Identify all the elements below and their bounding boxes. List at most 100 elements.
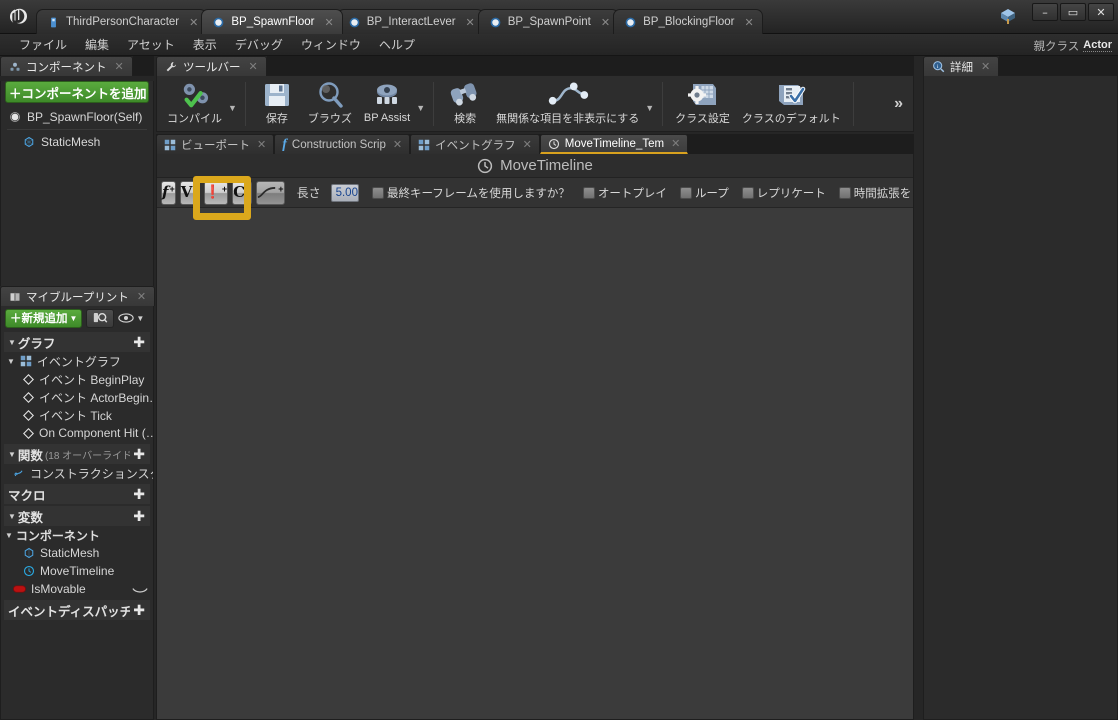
maximize-button[interactable]: ▭ xyxy=(1060,3,1086,21)
variable-row-ismovable[interactable]: IsMovable xyxy=(1,580,153,598)
section-header-event-dispatchers[interactable]: イベントディスパッチャ ✚ xyxy=(4,600,150,620)
section-header-functions[interactable]: ▼ 関数 (18 オーバーライド可… ✚ xyxy=(4,444,150,464)
tab-movetimeline[interactable]: MoveTimeline_Tem ✕ xyxy=(539,134,689,154)
add-event-dispatcher-button[interactable]: ✚ xyxy=(130,602,148,619)
class-defaults-button[interactable]: クラスのデフォルト xyxy=(736,78,847,130)
tab-details[interactable]: i 詳細 ✕ xyxy=(923,56,1000,76)
checkbox-replicated[interactable]: レプリケート xyxy=(741,185,826,201)
minimize-button[interactable]: – xyxy=(1032,3,1058,21)
browse-button[interactable]: ブラウズ xyxy=(302,78,358,130)
tree-row-event-actorbeginoverlap[interactable]: イベント ActorBegin… xyxy=(1,388,153,406)
editor-tab-bp-interactlever[interactable]: BP_InteractLever ✕ xyxy=(336,9,484,34)
menu-item-edit[interactable]: 編集 xyxy=(76,34,118,55)
menu-item-window[interactable]: ウィンドウ xyxy=(292,34,370,55)
visibility-filter-button[interactable]: ▼ xyxy=(118,312,144,324)
menu-item-view[interactable]: 表示 xyxy=(184,34,226,55)
close-window-button[interactable]: ✕ xyxy=(1088,3,1114,21)
add-float-track-button[interactable]: f + xyxy=(161,180,176,205)
chevron-down-icon[interactable]: ▼ xyxy=(136,314,144,323)
tree-row-event-graph[interactable]: ▼ イベントグラフ xyxy=(1,352,153,370)
checkbox-icon[interactable] xyxy=(582,186,595,199)
section-header-macros[interactable]: マクロ ✚ xyxy=(4,484,150,504)
checkbox-icon[interactable] xyxy=(371,186,384,199)
tab-construction-script[interactable]: f Construction Scrip ✕ xyxy=(274,134,411,154)
toolbar-overflow-button[interactable]: » xyxy=(894,95,909,113)
editor-tab-thirdpersoncharacter[interactable]: ThirdPersonCharacter ✕ xyxy=(36,9,208,34)
close-icon[interactable]: ✕ xyxy=(671,137,680,150)
tab-viewport[interactable]: ビューポート ✕ xyxy=(156,134,275,154)
tab-event-graph[interactable]: イベントグラフ ✕ xyxy=(410,134,540,154)
search-button[interactable] xyxy=(86,308,115,328)
hide-unrelated-button[interactable]: 無関係な項目を非表示にする xyxy=(490,78,645,130)
checkbox-icon[interactable] xyxy=(741,186,754,199)
close-icon[interactable]: ✕ xyxy=(189,16,198,29)
add-vector-track-button[interactable]: V + xyxy=(179,180,200,205)
compile-button[interactable]: コンパイル xyxy=(161,78,228,130)
length-input[interactable]: 5.00 xyxy=(330,183,359,202)
save-button[interactable]: 保存 xyxy=(252,78,302,130)
tab-components[interactable]: コンポーネント ✕ xyxy=(0,56,133,76)
menu-item-file[interactable]: ファイル xyxy=(10,34,76,55)
close-icon[interactable]: ✕ xyxy=(324,16,333,29)
add-external-curve-button[interactable]: + xyxy=(256,180,285,205)
tree-row-event-beginplay[interactable]: イベント BeginPlay xyxy=(1,370,153,388)
component-row-staticmesh[interactable]: StaticMesh xyxy=(1,132,153,152)
close-icon[interactable]: ✕ xyxy=(745,16,754,29)
chevron-down-icon[interactable]: ▼ xyxy=(416,103,425,113)
expand-arrow-icon[interactable]: ▼ xyxy=(7,357,15,366)
add-new-button[interactable]: ＋新規追加 ▼ xyxy=(5,308,83,328)
bp-assist-button[interactable]: BP Assist xyxy=(358,78,416,130)
checkbox-icon[interactable] xyxy=(838,186,851,199)
visibility-icon[interactable] xyxy=(132,584,148,595)
variables-group-components[interactable]: ▼ コンポーネント xyxy=(1,526,153,544)
menu-item-help[interactable]: ヘルプ xyxy=(370,34,424,55)
expand-arrow-icon[interactable]: ▼ xyxy=(8,338,16,347)
chevron-down-icon[interactable]: ▼ xyxy=(228,103,237,113)
add-variable-button[interactable]: ✚ xyxy=(130,508,148,525)
close-icon[interactable]: ✕ xyxy=(249,60,258,73)
tree-row-construction-script[interactable]: コンストラクションスク xyxy=(1,464,153,482)
tab-my-blueprint[interactable]: マイブループリント ✕ xyxy=(0,286,156,306)
menu-item-asset[interactable]: アセット xyxy=(118,34,184,55)
add-color-track-button[interactable]: C + xyxy=(232,180,253,205)
close-icon[interactable]: ✕ xyxy=(601,16,610,29)
component-row-self[interactable]: BP_SpawnFloor(Self) xyxy=(1,107,153,127)
class-settings-button[interactable]: クラス設定 xyxy=(669,78,736,130)
checkbox-ignore-time-dilation[interactable]: 時間拡張を xyxy=(838,185,911,201)
checkbox-icon[interactable] xyxy=(679,186,692,199)
expand-arrow-icon[interactable]: ▼ xyxy=(8,512,16,521)
parent-class-value[interactable]: Actor xyxy=(1083,39,1112,52)
add-macro-button[interactable]: ✚ xyxy=(130,486,148,503)
editor-tab-bp-spawnfloor[interactable]: BP_SpawnFloor ✕ xyxy=(201,9,343,34)
close-icon[interactable]: ✕ xyxy=(466,16,475,29)
close-icon[interactable]: ✕ xyxy=(393,138,402,151)
close-icon[interactable]: ✕ xyxy=(115,60,124,73)
editor-tab-bp-blockingfloor[interactable]: BP_BlockingFloor ✕ xyxy=(613,9,763,34)
checkbox-use-last-keyframe[interactable]: 最終キーフレームを使用しますか？ xyxy=(371,185,570,201)
section-header-variables[interactable]: ▼ 変数 ✚ xyxy=(4,506,150,526)
details-panel-body[interactable] xyxy=(923,76,1118,720)
close-icon[interactable]: ✕ xyxy=(981,60,990,73)
chevron-down-icon[interactable]: ▼ xyxy=(645,103,654,113)
timeline-track-canvas[interactable] xyxy=(157,209,913,719)
tree-row-on-component-hit[interactable]: On Component Hit (… xyxy=(1,424,153,442)
menu-item-debug[interactable]: デバッグ xyxy=(226,34,292,55)
find-button[interactable]: 検索 xyxy=(440,78,490,130)
add-event-track-button[interactable]: ❗ + xyxy=(203,180,229,205)
checkbox-autoplay[interactable]: オートプレイ xyxy=(582,185,667,201)
add-component-button[interactable]: ＋コンポーネントを追加 xyxy=(5,81,149,103)
section-header-graphs[interactable]: ▼ グラフ ✚ xyxy=(4,332,150,352)
variable-row-movetimeline[interactable]: MoveTimeline xyxy=(1,562,153,580)
panel-splitter-right[interactable] xyxy=(914,56,923,720)
tree-row-event-tick[interactable]: イベント Tick xyxy=(1,406,153,424)
checkbox-loop[interactable]: ループ xyxy=(679,185,729,201)
expand-arrow-icon[interactable]: ▼ xyxy=(8,450,16,459)
editor-tab-bp-spawnpoint[interactable]: BP_SpawnPoint ✕ xyxy=(477,9,620,34)
close-icon[interactable]: ✕ xyxy=(257,138,266,151)
close-icon[interactable]: ✕ xyxy=(523,138,532,151)
add-graph-button[interactable]: ✚ xyxy=(130,334,148,351)
expand-arrow-icon[interactable]: ▼ xyxy=(5,531,13,540)
close-icon[interactable]: ✕ xyxy=(137,290,146,303)
variable-row-staticmesh[interactable]: StaticMesh xyxy=(1,544,153,562)
add-function-button[interactable]: ✚ xyxy=(130,446,148,463)
